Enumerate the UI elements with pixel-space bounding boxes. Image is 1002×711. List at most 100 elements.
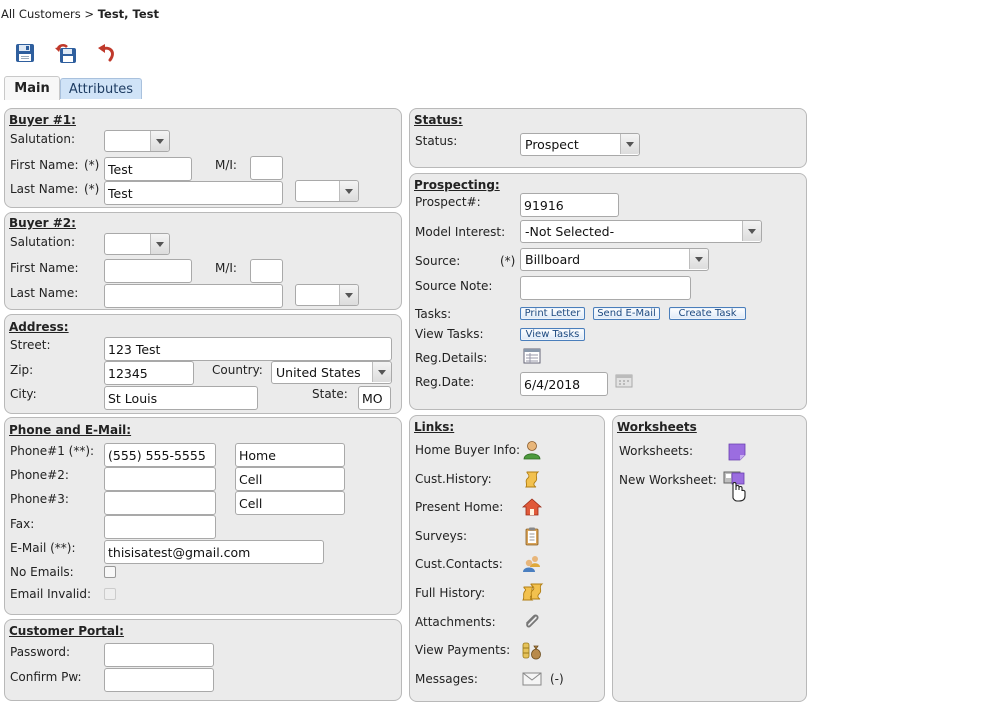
confirm-password-input[interactable] <box>104 668 214 692</box>
buyer2-mi-input[interactable] <box>250 259 283 283</box>
worksheets-panel <box>612 415 807 702</box>
paperclip-icon[interactable] <box>522 612 542 632</box>
reg-details-icon[interactable] <box>523 348 541 364</box>
present-home-label: Present Home: <box>415 500 504 514</box>
chevron-down-icon <box>150 234 169 254</box>
person-icon[interactable] <box>522 440 542 460</box>
buyer1-last-name-input[interactable]: Test <box>104 181 283 205</box>
clipboard-icon[interactable] <box>522 526 542 546</box>
note-icon[interactable] <box>727 442 747 462</box>
zip-label: Zip: <box>10 363 34 377</box>
buyer2-first-name-label: First Name: <box>10 261 79 275</box>
street-input[interactable]: 123 Test <box>104 337 392 361</box>
print-letter-button[interactable]: Print Letter <box>520 307 585 320</box>
city-input[interactable]: St Louis <box>104 386 258 410</box>
phone2-type-input[interactable]: Cell <box>235 467 345 491</box>
worksheets-label: Worksheets: <box>619 444 694 458</box>
messages-count: (-) <box>550 672 564 686</box>
reg-details-label: Reg.Details: <box>415 351 488 365</box>
country-select[interactable]: United States <box>271 361 392 384</box>
worksheets-title: Worksheets <box>617 420 697 434</box>
breadcrumb-separator: > <box>84 7 95 21</box>
state-input[interactable]: MO <box>358 386 391 410</box>
send-email-button[interactable]: Send E-Mail <box>593 307 660 320</box>
scrolls-icon[interactable] <box>521 582 545 602</box>
buyer1-first-name-input[interactable]: Test <box>104 157 192 181</box>
chevron-down-icon <box>150 131 169 151</box>
phone2-input[interactable] <box>104 467 216 491</box>
breadcrumb-current: Test, Test <box>97 7 160 21</box>
save-and-back-icon[interactable] <box>54 42 76 64</box>
reg-date-label: Reg.Date: <box>415 375 475 389</box>
no-emails-checkbox[interactable] <box>104 566 116 578</box>
tab-main[interactable]: Main <box>4 76 60 100</box>
phone3-label: Phone#3: <box>10 492 69 506</box>
zip-input[interactable]: 12345 <box>104 361 194 385</box>
buyer2-last-name-input[interactable] <box>104 284 283 308</box>
status-label: Status: <box>415 134 458 148</box>
envelope-icon[interactable] <box>522 671 542 687</box>
people-icon[interactable] <box>522 554 542 574</box>
source-select[interactable]: Billboard <box>520 248 709 271</box>
surveys-label: Surveys: <box>415 529 468 543</box>
phone3-type-input[interactable]: Cell <box>235 491 345 515</box>
money-bag-icon[interactable] <box>521 640 545 660</box>
buyer1-suffix-select[interactable] <box>295 180 359 202</box>
buyer1-first-name-label: First Name: <box>10 158 79 172</box>
required-mark: (*) <box>84 158 100 172</box>
buyer2-suffix-select[interactable] <box>295 284 359 306</box>
phone1-label: Phone#1 (**): <box>10 444 95 458</box>
fax-input[interactable] <box>104 515 216 539</box>
house-icon[interactable] <box>521 497 543 517</box>
buyer1-mi-label: M/I: <box>215 158 237 172</box>
required-mark: (*) <box>500 254 516 268</box>
no-emails-label: No Emails: <box>10 565 74 579</box>
email-input[interactable]: thisisatest@gmail.com <box>104 540 324 564</box>
breadcrumb: All Customers > Test, Test <box>1 7 159 21</box>
password-input[interactable] <box>104 643 214 667</box>
create-task-button[interactable]: Create Task <box>669 307 746 320</box>
buyer1-salutation-select[interactable] <box>104 130 170 152</box>
source-note-input[interactable] <box>520 276 691 300</box>
view-tasks-label: View Tasks: <box>415 327 484 341</box>
status-select[interactable]: Prospect <box>520 133 640 156</box>
chevron-down-icon <box>372 362 391 382</box>
buyer1-mi-input[interactable] <box>250 156 283 180</box>
tasks-label: Tasks: <box>415 307 452 321</box>
save-icon[interactable] <box>14 42 36 64</box>
buyer2-title: Buyer #2: <box>9 216 76 230</box>
breadcrumb-root[interactable]: All Customers <box>1 7 81 21</box>
new-worksheet-icon[interactable] <box>723 470 749 502</box>
source-label: Source: <box>415 254 461 268</box>
scroll-icon[interactable] <box>522 469 542 489</box>
reg-date-input[interactable]: 6/4/2018 <box>520 372 608 396</box>
customer-portal-title: Customer Portal: <box>9 624 124 638</box>
source-note-label: Source Note: <box>415 279 493 293</box>
phone3-input[interactable] <box>104 491 216 515</box>
model-interest-label: Model Interest: <box>415 225 506 239</box>
buyer2-salutation-select[interactable] <box>104 233 170 255</box>
email-label: E-Mail (**): <box>10 541 76 555</box>
view-tasks-button[interactable]: View Tasks <box>520 328 585 341</box>
phone1-type-input[interactable]: Home <box>235 443 345 467</box>
calendar-icon[interactable] <box>615 374 633 388</box>
required-mark: (*) <box>84 182 100 196</box>
email-invalid-label: Email Invalid: <box>10 587 92 601</box>
country-label: Country: <box>212 363 263 377</box>
phone-email-title: Phone and E-Mail: <box>9 423 132 437</box>
buyer1-last-name-label: Last Name: <box>10 182 79 196</box>
new-worksheet-label: New Worksheet: <box>619 473 717 487</box>
email-invalid-checkbox <box>104 588 116 600</box>
chevron-down-icon <box>742 221 761 241</box>
chevron-down-icon <box>620 134 639 154</box>
phone1-input[interactable]: (555) 555-5555 <box>104 443 216 467</box>
prospect-number-input[interactable]: 91916 <box>520 193 619 217</box>
status-title: Status: <box>414 113 463 127</box>
messages-label: Messages: <box>415 672 478 686</box>
model-interest-select[interactable]: -Not Selected- <box>520 220 762 243</box>
address-title: Address: <box>9 320 69 334</box>
tab-attributes[interactable]: Attributes <box>60 78 142 99</box>
buyer2-first-name-input[interactable] <box>104 259 192 283</box>
street-label: Street: <box>10 338 51 352</box>
undo-icon[interactable] <box>96 42 118 64</box>
